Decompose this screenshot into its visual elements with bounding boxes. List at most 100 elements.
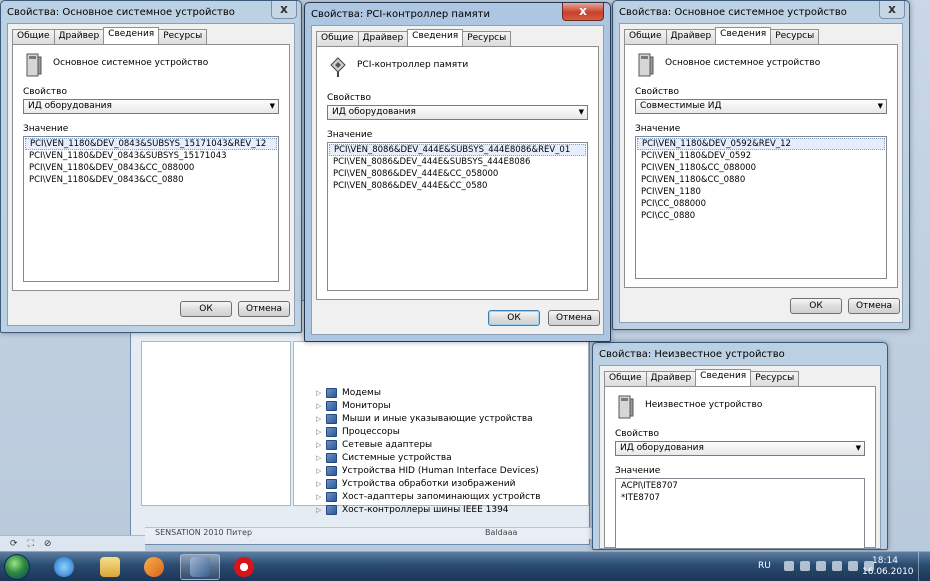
list-item[interactable]: PCI\VEN_8086&DEV_444E&CC_058000 [329,168,586,180]
value-listbox[interactable]: ACPI\ITE8707 *ITE8707 [615,478,865,549]
expand-arrow-icon[interactable]: ▷ [316,415,326,423]
list-item[interactable]: *ITE8707 [617,492,863,504]
internet-explorer-button[interactable] [44,554,84,580]
cancel-button[interactable]: Отмена [548,310,600,326]
tab-general[interactable]: Общие [316,31,359,46]
expand-arrow-icon[interactable]: ▷ [316,493,326,501]
list-item[interactable]: PCI\VEN_1180&DEV_0592&REV_12 [637,138,885,150]
expand-arrow-icon[interactable]: ▷ [316,389,326,397]
media-player-button[interactable] [134,554,174,580]
expand-arrow-icon[interactable]: ▷ [316,428,326,436]
dialog-left-titlebar[interactable]: Свойства: Основное системное устройство [1,1,301,23]
list-item[interactable]: PCI\VEN_1180&DEV_0843&SUBSYS_15171043&RE… [25,138,277,150]
opera-button[interactable] [224,554,264,580]
tree-item-imaging[interactable]: ▷ Устройства обработки изображений [316,477,516,490]
close-button[interactable]: x [271,1,297,19]
list-item[interactable]: PCI\VEN_8086&DEV_444E&SUBSYS_444E8086&RE… [329,144,586,156]
expand-arrow-icon[interactable]: ▷ [316,454,326,462]
list-item[interactable]: PCI\VEN_8086&DEV_444E&CC_0580 [329,180,586,192]
property-dropdown[interactable]: Совместимые ИД ▼ [635,99,887,114]
battery-icon[interactable] [816,561,826,571]
property-value: ИД оборудования [620,443,704,453]
expand-arrow-icon[interactable]: ▷ [316,441,326,449]
stop-icon[interactable]: ⊘ [44,539,52,549]
tab-driver[interactable]: Драйвер [357,31,409,46]
property-dropdown[interactable]: ИД оборудования ▼ [615,441,865,456]
storage-controller-icon [326,491,337,502]
tab-resources[interactable]: Ресурсы [770,29,820,44]
property-dropdown[interactable]: ИД оборудования ▼ [23,99,279,114]
value-listbox[interactable]: PCI\VEN_1180&DEV_0843&SUBSYS_15171043&RE… [23,136,279,282]
tree-item-network-adapters[interactable]: ▷ Сетевые адаптеры [316,438,432,451]
start-button[interactable] [4,554,30,580]
show-desktop-button[interactable] [918,552,930,581]
tray-app-icon[interactable] [800,561,810,571]
dialog-title: Свойства: PCI-контроллер памяти [311,8,490,20]
cancel-button[interactable]: Отмена [238,301,290,317]
tree-item-processors[interactable]: ▷ Процессоры [316,425,400,438]
list-item[interactable]: PCI\CC_0880 [637,210,885,222]
list-item[interactable]: PCI\CC_088000 [637,198,885,210]
tab-driver[interactable]: Драйвер [53,29,105,44]
tree-item-system-devices[interactable]: ▷ Системные устройства [316,451,452,464]
tab-details[interactable]: Сведения [407,29,464,46]
cancel-button[interactable]: Отмена [848,298,900,314]
opera-icon [234,557,254,577]
flag-icon[interactable] [832,561,842,571]
list-item[interactable]: PCI\VEN_1180 [637,186,885,198]
refresh-icon[interactable]: ⟳ [10,539,18,549]
tab-general[interactable]: Общие [624,29,667,44]
list-item[interactable]: ACPI\ITE8707 [617,480,863,492]
property-dropdown[interactable]: ИД оборудования ▼ [327,105,588,120]
tab-details[interactable]: Сведения [103,27,160,44]
windows-explorer-button[interactable] [90,554,130,580]
list-item[interactable]: PCI\VEN_1180&DEV_0843&CC_0880 [25,174,277,186]
value-listbox[interactable]: PCI\VEN_1180&DEV_0592&REV_12 PCI\VEN_118… [635,136,887,279]
tab-resources[interactable]: Ресурсы [158,29,208,44]
tab-general[interactable]: Общие [604,371,647,386]
value-listbox[interactable]: PCI\VEN_8086&DEV_444E&SUBSYS_444E8086&RE… [327,142,588,291]
tree-item-ieee1394[interactable]: ▷ Хост-контроллеры шины IEEE 1394 [316,503,509,516]
tab-resources[interactable]: Ресурсы [750,371,800,386]
expand-arrow-icon[interactable]: ▷ [316,506,326,514]
list-item[interactable]: PCI\VEN_1180&CC_088000 [637,162,885,174]
tab-general[interactable]: Общие [12,29,55,44]
expand-arrow-icon[interactable]: ▷ [316,402,326,410]
tree-item-modems[interactable]: ▷ Модемы [316,386,381,399]
list-item[interactable]: PCI\VEN_8086&DEV_444E&SUBSYS_444E8086 [329,156,586,168]
ok-button[interactable]: ОК [488,310,540,326]
tab-details[interactable]: Сведения [695,369,752,386]
list-item[interactable]: PCI\VEN_1180&DEV_0843&CC_088000 [25,162,277,174]
expand-arrow-icon[interactable]: ▷ [316,467,326,475]
network-icon[interactable]: ⛶ [28,539,34,549]
list-item[interactable]: PCI\VEN_1180&CC_0880 [637,174,885,186]
tab-resources[interactable]: Ресурсы [462,31,512,46]
device-tree[interactable]: ▷ Модемы ▷ Мониторы ▷ Мыши и иные указыв… [293,341,589,515]
hid-icon [326,465,337,476]
device-manager-button[interactable] [180,554,220,580]
tree-item-hid[interactable]: ▷ Устройства HID (Human Interface Device… [316,464,539,477]
dialog-right-titlebar[interactable]: Свойства: Основное системное устройство [613,1,909,23]
tree-item-monitors[interactable]: ▷ Мониторы [316,399,391,412]
ok-button[interactable]: ОК [180,301,232,317]
tree-item-storage-controllers[interactable]: ▷ Хост-адаптеры запоминающих устройств [316,490,541,503]
tray-arrow-icon[interactable] [784,561,794,571]
tab-driver[interactable]: Драйвер [665,29,717,44]
dialog-unknown-titlebar[interactable]: Свойства: Неизвестное устройство [593,343,887,365]
expand-arrow-icon[interactable]: ▷ [316,480,326,488]
property-label: Свойство [327,93,371,103]
close-button[interactable]: x [562,3,604,21]
value-label: Значение [635,124,681,134]
clock[interactable]: 18:14 16.06.2010 [862,556,914,578]
tree-item-mice[interactable]: ▷ Мыши и иные указывающие устройства [316,412,533,425]
list-item[interactable]: PCI\VEN_1180&DEV_0592 [637,150,885,162]
network-adapter-icon [326,439,337,450]
ok-button[interactable]: ОК [790,298,842,314]
close-button[interactable]: x [879,1,905,19]
tab-driver[interactable]: Драйвер [645,371,697,386]
language-indicator[interactable]: RU [758,561,771,571]
list-item[interactable]: PCI\VEN_1180&DEV_0843&SUBSYS_15171043 [25,150,277,162]
property-label: Свойство [635,87,679,97]
tab-details[interactable]: Сведения [715,27,772,44]
network-icon[interactable] [848,561,858,571]
